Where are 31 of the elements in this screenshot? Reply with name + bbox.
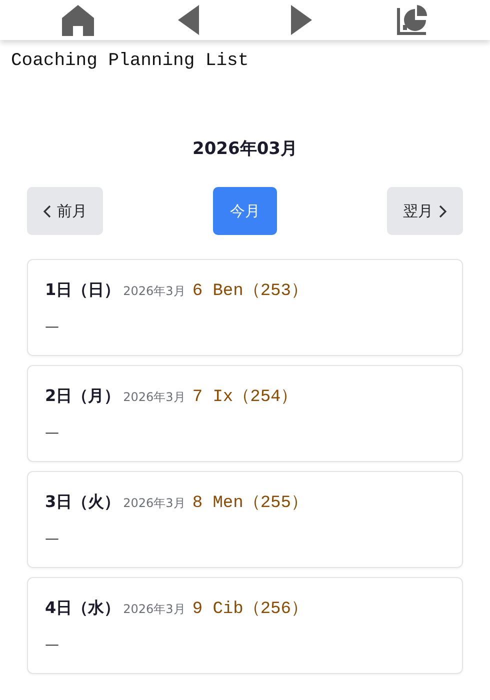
chevron-left-icon <box>43 204 51 218</box>
day-card[interactable]: 2日（月） 2026年3月 7 Ix（254） — <box>27 365 463 462</box>
month-heading: 2026年03月 <box>192 139 298 159</box>
day-card[interactable]: 4日（水） 2026年3月 9 Cib（256） — <box>27 577 463 674</box>
day-sign: 7 Ix（254） <box>192 387 298 407</box>
day-card[interactable]: 3日（火） 2026年3月 8 Men（255） — <box>27 471 463 568</box>
month-label: 2026年3月 <box>123 389 186 406</box>
day-label: 4日（水） <box>45 598 120 619</box>
day-note: — <box>45 319 59 335</box>
home-icon[interactable] <box>60 4 95 36</box>
day-label: 3日（火） <box>45 492 120 513</box>
month-label: 2026年3月 <box>123 601 186 618</box>
chevron-right-icon <box>439 204 447 218</box>
forward-triangle-icon[interactable] <box>290 5 312 35</box>
day-label: 2日（月） <box>45 386 120 407</box>
back-triangle-icon[interactable] <box>178 5 200 35</box>
previous-month-button[interactable]: 前月 <box>27 187 103 235</box>
month-label: 2026年3月 <box>123 495 186 512</box>
page-title: Coaching Planning List <box>11 51 249 71</box>
month-label: 2026年3月 <box>123 283 186 300</box>
next-month-button[interactable]: 翌月 <box>387 187 463 235</box>
day-sign: 8 Men（255） <box>192 493 308 513</box>
day-note: — <box>45 637 59 653</box>
chart-icon[interactable] <box>396 4 428 36</box>
day-sign: 9 Cib（256） <box>192 599 308 619</box>
day-sign: 6 Ben（253） <box>192 281 308 301</box>
day-label: 1日（日） <box>45 280 120 301</box>
day-note: — <box>45 425 59 441</box>
day-note: — <box>45 531 59 547</box>
day-card[interactable]: 1日（日） 2026年3月 6 Ben（253） — <box>27 259 463 356</box>
current-month-button[interactable]: 今月 <box>213 187 277 235</box>
